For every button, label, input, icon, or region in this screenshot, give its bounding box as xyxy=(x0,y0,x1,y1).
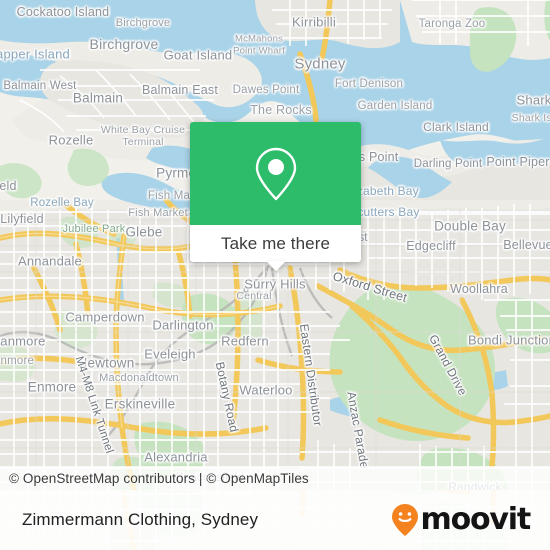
moovit-wordmark: moovit xyxy=(420,502,532,537)
moovit-logo[interactable]: moovit xyxy=(390,503,550,537)
attribution-text[interactable]: © OpenStreetMap contributors | © OpenMap… xyxy=(0,471,309,486)
moovit-smiley-pin-icon xyxy=(391,504,418,536)
footer-bar: Zimmermann Clothing, Sydney moovit xyxy=(0,490,550,550)
map-attribution-bar: © OpenStreetMap contributors | © OpenMap… xyxy=(0,466,550,490)
location-pin-icon xyxy=(255,147,296,200)
take-me-there-button[interactable]: Take me there xyxy=(221,234,330,254)
callout-header xyxy=(190,122,361,225)
callout-pointer xyxy=(265,261,286,271)
map-screenshot-root: Cockatoo Island Birchgrove Kirribilli Taron… xyxy=(0,0,550,550)
page-title: Zimmermann Clothing, Sydney xyxy=(22,510,259,529)
location-callout-card[interactable]: Take me there xyxy=(190,122,361,271)
map-viewport[interactable]: Cockatoo Island Birchgrove Kirribilli Taron… xyxy=(0,0,550,490)
callout-footer[interactable]: Take me there xyxy=(190,225,361,271)
